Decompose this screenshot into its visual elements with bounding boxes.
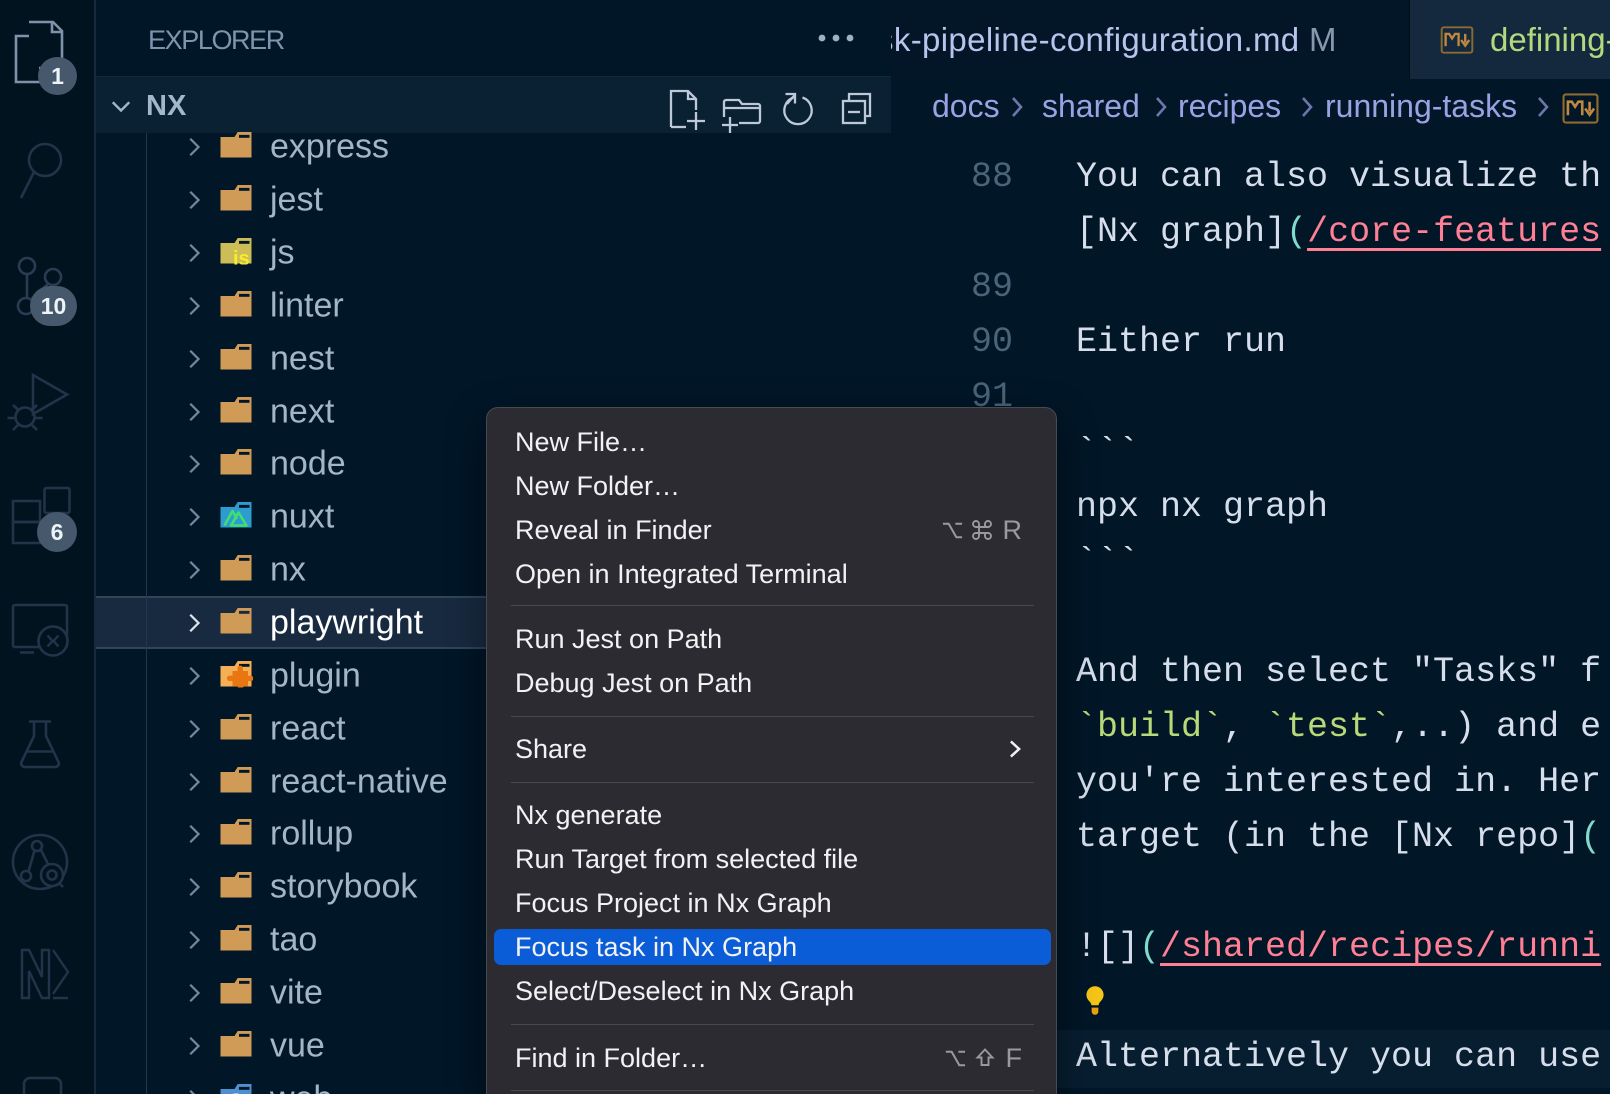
svg-text:js: js [232,248,250,265]
